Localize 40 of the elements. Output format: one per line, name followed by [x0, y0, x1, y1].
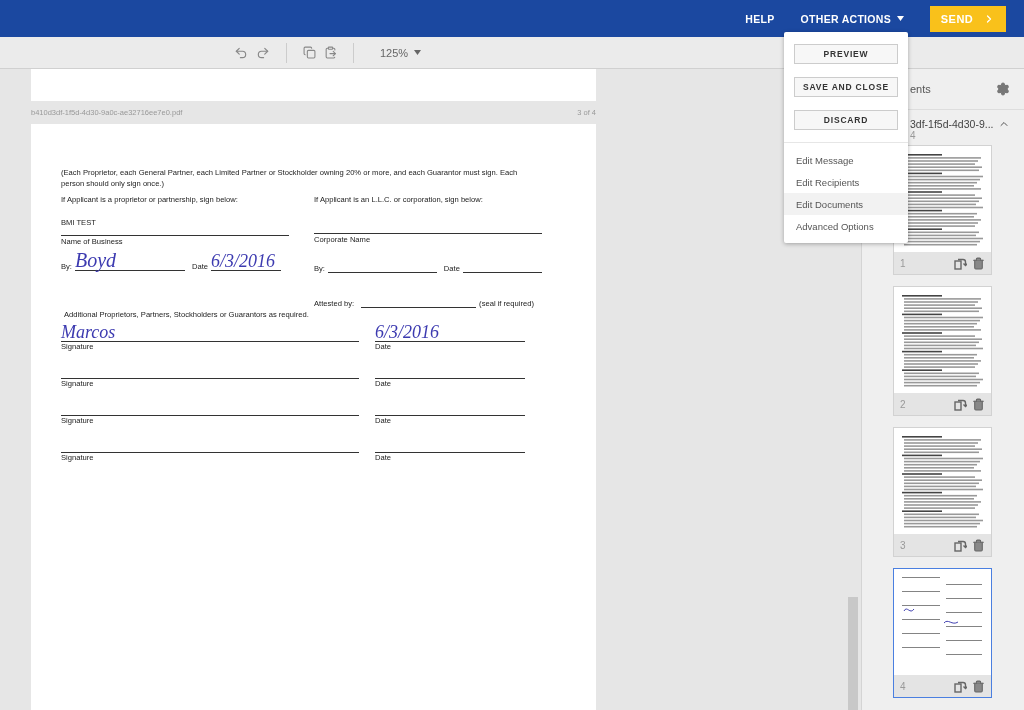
- caret-icon: [897, 16, 904, 21]
- nav-link[interactable]: HELP: [745, 12, 775, 25]
- panel-title: ents: [910, 83, 931, 95]
- page-count: 4: [910, 130, 916, 141]
- delete-icon[interactable]: [972, 256, 985, 270]
- rotate-icon[interactable]: [954, 256, 967, 270]
- page-number: 4: [900, 680, 907, 692]
- redo-icon[interactable]: [256, 45, 270, 60]
- page-thumbnail[interactable]: [894, 287, 991, 393]
- rotate-icon[interactable]: [954, 679, 967, 693]
- paste-icon[interactable]: [324, 46, 337, 59]
- copy-icon[interactable]: [303, 46, 316, 59]
- menu-button[interactable]: PREVIEW: [794, 44, 898, 64]
- menu-item[interactable]: Edit Documents: [784, 193, 908, 215]
- undo-icon[interactable]: [234, 45, 248, 60]
- rotate-icon[interactable]: [954, 397, 967, 411]
- page-number: 1: [900, 257, 907, 269]
- caret-icon: [414, 50, 422, 55]
- page-thumbnail[interactable]: [894, 428, 991, 534]
- rotate-icon[interactable]: [954, 538, 967, 552]
- page-number: 2: [900, 398, 907, 410]
- handwritten-signature: Boyd: [75, 250, 117, 270]
- handwritten-date: 6/3/2016: [211, 251, 276, 271]
- handwritten-date: 6/3/2016: [375, 323, 439, 341]
- page-number: 3: [900, 539, 907, 551]
- settings-icon[interactable]: [996, 82, 1010, 96]
- menu-item[interactable]: Edit Recipients: [784, 171, 908, 193]
- delete-icon[interactable]: [972, 397, 985, 411]
- menu-button[interactable]: DISCARD: [794, 110, 898, 130]
- handwritten-signature: Marcos: [61, 323, 116, 341]
- zoom-dropdown[interactable]: 125%: [374, 45, 428, 60]
- scrollbar-thumb[interactable]: [848, 597, 858, 710]
- delete-icon[interactable]: [972, 679, 985, 693]
- menu-item[interactable]: Advanced Options: [784, 215, 908, 237]
- document-name: 3df-1f5d-4d30-9...: [910, 118, 994, 130]
- menu-button[interactable]: SAVE AND CLOSE: [794, 77, 898, 97]
- page-thumbnail[interactable]: [894, 569, 991, 675]
- delete-icon[interactable]: [972, 538, 985, 552]
- nav-link[interactable]: OTHER ACTIONS: [800, 12, 904, 25]
- menu-item[interactable]: Edit Message: [784, 149, 908, 171]
